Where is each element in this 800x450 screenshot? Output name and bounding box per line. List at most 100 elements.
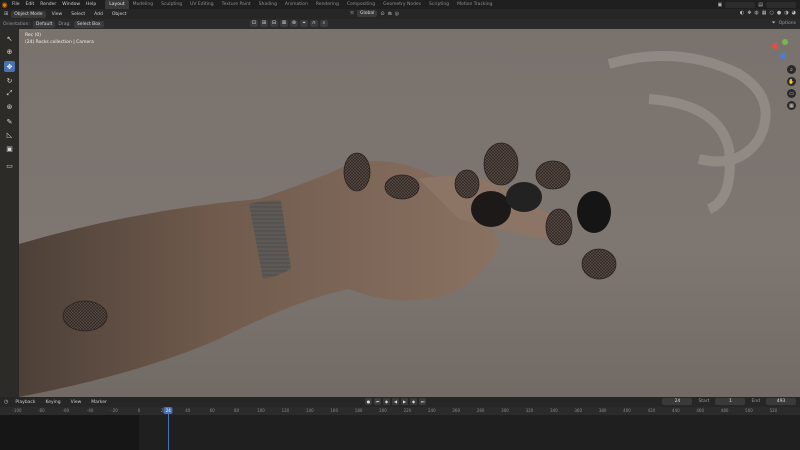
scale-tool-icon[interactable]: ⤢ bbox=[4, 88, 15, 99]
ruler-tick: 380 bbox=[598, 408, 607, 413]
scene-selector[interactable] bbox=[725, 1, 756, 8]
select-mode-icon[interactable]: ⊡ bbox=[250, 20, 258, 27]
overlay-icon[interactable]: ◍ bbox=[754, 10, 758, 16]
pan-icon[interactable]: ✋ bbox=[787, 77, 796, 86]
menu-select[interactable]: Select bbox=[68, 12, 88, 17]
play-icon[interactable]: ▶ bbox=[401, 398, 408, 405]
frame-ruler[interactable]: -100-80-60-40-20020406080100120140160180… bbox=[0, 407, 800, 415]
editor-type-icon[interactable]: ⊞ bbox=[4, 11, 8, 17]
start-frame-field[interactable]: 1 bbox=[715, 398, 746, 405]
menu-render[interactable]: Render bbox=[37, 2, 59, 7]
tab-shading[interactable]: Shading bbox=[255, 0, 281, 9]
search-icon[interactable]: ⌕ bbox=[320, 20, 328, 27]
timeline-area[interactable]: -100-80-60-40-20020406080100120140160180… bbox=[0, 407, 800, 450]
gizmo-y-icon[interactable] bbox=[782, 39, 788, 45]
invert-icon[interactable]: ⊠ bbox=[280, 20, 288, 27]
drag-dropdown[interactable]: Select Box bbox=[73, 20, 104, 28]
snap-icon[interactable]: ⋒ bbox=[388, 11, 392, 17]
intersect-icon[interactable]: ⊗ bbox=[290, 20, 298, 27]
tab-compositing[interactable]: Compositing bbox=[343, 0, 379, 9]
menu-playback[interactable]: Playback bbox=[12, 400, 38, 405]
shading-solid-icon[interactable]: ● bbox=[777, 10, 781, 16]
move-tool-icon[interactable]: ✥ bbox=[4, 61, 15, 72]
gizmo-z-icon[interactable] bbox=[780, 53, 786, 59]
pivot-icon[interactable]: ⊙ bbox=[380, 11, 384, 17]
shading-material-icon[interactable]: ◑ bbox=[784, 10, 788, 16]
zoom-icon[interactable]: ⌕ bbox=[787, 65, 796, 74]
jump-start-icon[interactable]: ⏮ bbox=[374, 398, 381, 405]
menu-keying[interactable]: Keying bbox=[42, 400, 63, 405]
orientation-dropdown[interactable]: Default bbox=[32, 20, 56, 28]
rotate-tool-icon[interactable]: ↻ bbox=[4, 75, 15, 86]
next-key-icon[interactable]: ◆ bbox=[410, 398, 417, 405]
view-layer-selector[interactable] bbox=[766, 1, 796, 8]
annotate-tool-icon[interactable]: ✎ bbox=[4, 116, 15, 127]
tab-uv-editing[interactable]: UV Editing bbox=[186, 0, 217, 9]
3d-viewport[interactable]: Rec (0) (24) Rocks collection | Camera ⌕… bbox=[19, 29, 800, 397]
tab-modeling[interactable]: Modeling bbox=[129, 0, 157, 9]
jump-end-icon[interactable]: ⏭ bbox=[419, 398, 426, 405]
ruler-tick: 340 bbox=[549, 408, 558, 413]
start-label: Start bbox=[698, 399, 710, 404]
ruler-tick: -80 bbox=[38, 408, 45, 413]
transform-orientation-dropdown[interactable]: Global bbox=[357, 10, 378, 17]
prev-key-icon[interactable]: ◆ bbox=[383, 398, 390, 405]
timeline-editor-icon[interactable]: ◷ bbox=[4, 399, 8, 405]
scene-icon[interactable]: ▣ bbox=[718, 2, 723, 8]
gizmo-icon[interactable]: ✥ bbox=[747, 10, 751, 16]
current-frame-field[interactable]: 24 bbox=[662, 398, 693, 405]
orientation-label: Orientation: bbox=[3, 21, 30, 27]
ruler-tick: 220 bbox=[403, 408, 412, 413]
proportional-edit-icon[interactable]: ◎ bbox=[395, 11, 399, 17]
menu-window[interactable]: Window bbox=[59, 2, 83, 7]
menu-marker[interactable]: Marker bbox=[88, 400, 110, 405]
shading-wireframe-icon[interactable]: ○ bbox=[770, 10, 774, 16]
playhead-label[interactable]: 24 bbox=[163, 407, 173, 414]
timeline-header: ◷ Playback Keying View Marker ● ⏮ ◆ ◀ ▶ … bbox=[0, 397, 800, 407]
gizmo-x-icon[interactable] bbox=[772, 43, 778, 49]
pin-icon[interactable]: ⌖ bbox=[300, 20, 308, 27]
tab-motion-tracking[interactable]: Motion Tracking bbox=[453, 0, 496, 9]
menu-view[interactable]: View bbox=[49, 12, 66, 17]
menu-add[interactable]: Add bbox=[91, 12, 106, 17]
orientation-icon[interactable]: ⤧ bbox=[350, 11, 354, 17]
menu-edit[interactable]: Edit bbox=[23, 2, 38, 7]
tab-scripting[interactable]: Scripting bbox=[425, 0, 453, 9]
scene-render bbox=[19, 29, 800, 397]
snap-toggle-icon[interactable]: ∩ bbox=[310, 20, 318, 27]
record-icon[interactable]: ● bbox=[365, 398, 372, 405]
camera-tool-icon[interactable]: ▭ bbox=[4, 160, 15, 171]
camera-view-icon[interactable]: ▭ bbox=[787, 89, 796, 98]
subtract-icon[interactable]: ⊟ bbox=[270, 20, 278, 27]
add-cube-tool-icon[interactable]: ▣ bbox=[4, 143, 15, 154]
view-layer-icon[interactable]: ▤ bbox=[758, 2, 763, 8]
visibility-icon[interactable]: ◐ bbox=[740, 10, 744, 16]
toolbar-left: ↖ ⊕ ✥ ↻ ⤢ ⊛ ✎ ◺ ▣ ▭ bbox=[0, 29, 19, 397]
tab-layout[interactable]: Layout bbox=[105, 0, 129, 9]
select-tool-icon[interactable]: ↖ bbox=[4, 33, 15, 44]
ruler-tick: 140 bbox=[305, 408, 314, 413]
menu-help[interactable]: Help bbox=[83, 2, 99, 7]
end-frame-field[interactable]: 493 bbox=[766, 398, 796, 405]
transform-tool-icon[interactable]: ⊛ bbox=[4, 101, 15, 112]
shading-rendered-icon[interactable]: ◕ bbox=[792, 10, 796, 16]
measure-tool-icon[interactable]: ◺ bbox=[4, 129, 15, 140]
menu-timeline-view[interactable]: View bbox=[68, 400, 85, 405]
mode-selector[interactable]: Object Mode bbox=[11, 10, 46, 18]
cursor-tool-icon[interactable]: ⊕ bbox=[4, 46, 15, 57]
options-dropdown[interactable]: Options bbox=[779, 21, 796, 26]
tab-animation[interactable]: Animation bbox=[281, 0, 312, 9]
menu-object[interactable]: Object bbox=[109, 12, 130, 17]
blender-logo-icon[interactable]: ◉ bbox=[0, 0, 9, 9]
tab-rendering[interactable]: Rendering bbox=[312, 0, 343, 9]
tab-texture-paint[interactable]: Texture Paint bbox=[218, 0, 255, 9]
ruler-tick: -60 bbox=[62, 408, 70, 413]
play-reverse-icon[interactable]: ◀ bbox=[392, 398, 399, 405]
extend-icon[interactable]: ⊞ bbox=[260, 20, 268, 27]
perspective-toggle-icon[interactable]: ▦ bbox=[787, 101, 796, 110]
filter-icon[interactable]: ⏷ bbox=[772, 20, 776, 26]
tab-sculpting[interactable]: Sculpting bbox=[157, 0, 186, 9]
tab-geometry-nodes[interactable]: Geometry Nodes bbox=[379, 0, 425, 9]
xray-icon[interactable]: ▦ bbox=[762, 10, 767, 16]
menu-file[interactable]: File bbox=[9, 2, 23, 7]
